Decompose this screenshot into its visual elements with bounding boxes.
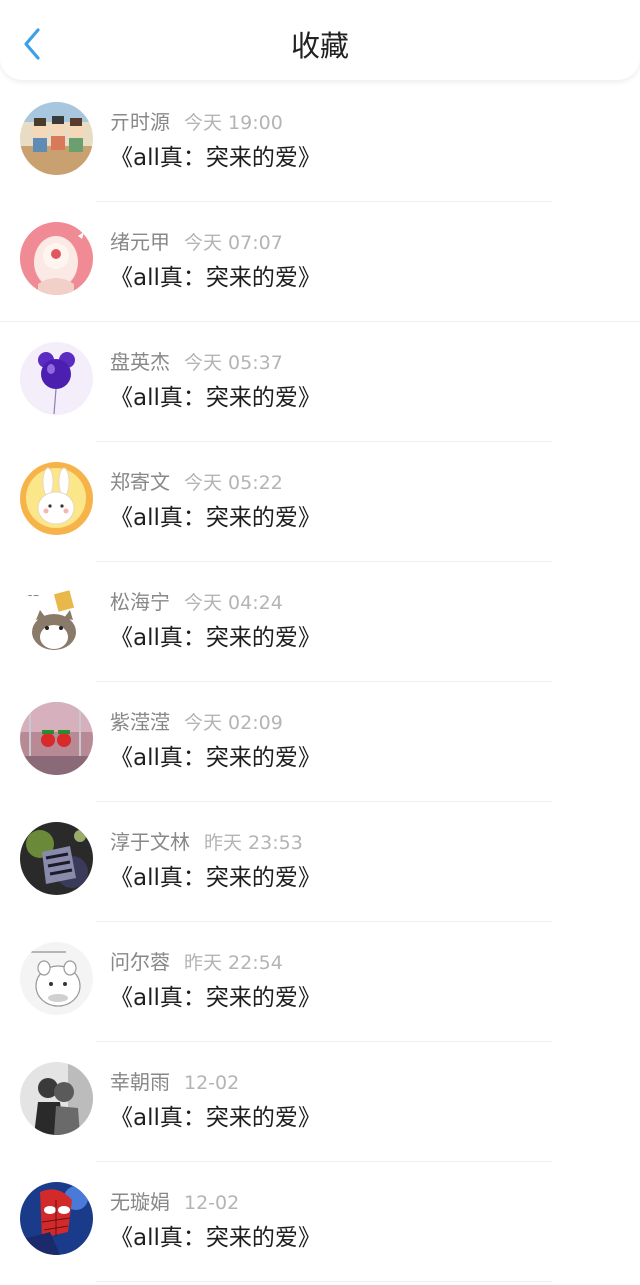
timestamp: 12-02 [184, 1192, 240, 1214]
timestamp: 今天 05:22 [184, 472, 283, 494]
timestamp: 昨天 23:53 [204, 832, 303, 854]
list-item[interactable]: 郑寄文 今天 05:22 《all真：突来的爱》 [0, 442, 640, 562]
author-name: 松海宁 [110, 590, 170, 614]
timestamp: 今天 19:00 [184, 112, 283, 134]
timestamp: 12-02 [184, 1072, 240, 1094]
author-name: 亓时源 [110, 110, 170, 134]
item-meta: 亓时源 今天 19:00 [110, 109, 283, 136]
favorites-list: 亓时源 今天 19:00 《all真：突来的爱》 绪元甲 今天 07:07 《all… [0, 82, 640, 1282]
list-item[interactable]: 无璇娟 12-02 《all真：突来的爱》 [0, 1162, 640, 1282]
divider [96, 1281, 552, 1282]
list-item[interactable]: 紫滢滢 今天 02:09 《all真：突来的爱》 [0, 682, 640, 802]
strawberry-photo-avatar[interactable] [20, 702, 93, 775]
author-name: 淳于文林 [110, 830, 190, 854]
white-rabbit-avatar[interactable] [20, 462, 93, 535]
item-meta: 松海宁 今天 04:24 [110, 589, 283, 616]
item-meta: 无璇娟 12-02 [110, 1189, 239, 1216]
author-name: 紫滢滢 [110, 710, 170, 734]
author-name: 幸朝雨 [110, 1070, 170, 1094]
svg-text:~~: ~~ [26, 591, 39, 600]
story-title[interactable]: 《all真：突来的爱》 [110, 503, 321, 533]
item-meta: 绪元甲 今天 07:07 [110, 229, 283, 256]
list-item[interactable]: 幸朝雨 12-02 《all真：突来的爱》 [0, 1042, 640, 1162]
bw-couple-avatar[interactable] [20, 1062, 93, 1135]
timestamp: 今天 04:24 [184, 592, 283, 614]
story-title[interactable]: 《all真：突来的爱》 [110, 143, 321, 173]
story-title[interactable]: 《all真：突来的爱》 [110, 1103, 321, 1133]
list-item[interactable]: ~~ 松海宁 今天 04:24 《all真：突来的爱》 [0, 562, 640, 682]
cartoon-group-avatar[interactable] [20, 102, 93, 175]
page-title: 收藏 [290, 29, 349, 63]
story-title[interactable]: 《all真：突来的爱》 [110, 623, 321, 653]
spiderman-avatar[interactable] [20, 1182, 93, 1255]
story-title[interactable]: 《all真：突来的爱》 [110, 863, 321, 893]
item-meta: 淳于文林 昨天 23:53 [110, 829, 303, 856]
dark-anime-avatar[interactable] [20, 822, 93, 895]
item-meta: 问尔蓉 昨天 22:54 [110, 949, 283, 976]
pink-anime-girl-avatar[interactable] [20, 222, 93, 295]
cartoon-cat-avatar[interactable]: ~~ [20, 582, 93, 655]
list-item[interactable]: 绪元甲 今天 07:07 《all真：突来的爱》 [0, 202, 640, 322]
author-name: 郑寄文 [110, 470, 170, 494]
author-name: 盘英杰 [110, 350, 170, 374]
timestamp: 今天 05:37 [184, 352, 283, 374]
timestamp: 今天 02:09 [184, 712, 283, 734]
story-title[interactable]: 《all真：突来的爱》 [110, 983, 321, 1013]
item-meta: 紫滢滢 今天 02:09 [110, 709, 283, 736]
story-title[interactable]: 《all真：突来的爱》 [110, 383, 321, 413]
top-bar: 收藏 [0, 0, 640, 80]
item-meta: 盘英杰 今天 05:37 [110, 349, 283, 376]
list-item[interactable]: 问尔蓉 昨天 22:54 《all真：突来的爱》 [0, 922, 640, 1042]
list-item[interactable]: 亓时源 今天 19:00 《all真：突来的爱》 [0, 82, 640, 202]
purple-balloon-avatar[interactable] [20, 342, 93, 415]
hamster-sketch-avatar[interactable] [20, 942, 93, 1015]
list-item[interactable]: 盘英杰 今天 05:37 《all真：突来的爱》 [0, 322, 640, 442]
item-meta: 幸朝雨 12-02 [110, 1069, 239, 1096]
story-title[interactable]: 《all真：突来的爱》 [110, 1223, 321, 1253]
author-name: 绪元甲 [110, 230, 170, 254]
item-meta: 郑寄文 今天 05:22 [110, 469, 283, 496]
timestamp: 今天 07:07 [184, 232, 283, 254]
list-item[interactable]: 淳于文林 昨天 23:53 《all真：突来的爱》 [0, 802, 640, 922]
timestamp: 昨天 22:54 [184, 952, 283, 974]
author-name: 问尔蓉 [110, 950, 170, 974]
author-name: 无璇娟 [110, 1190, 170, 1214]
story-title[interactable]: 《all真：突来的爱》 [110, 743, 321, 773]
story-title[interactable]: 《all真：突来的爱》 [110, 263, 321, 293]
